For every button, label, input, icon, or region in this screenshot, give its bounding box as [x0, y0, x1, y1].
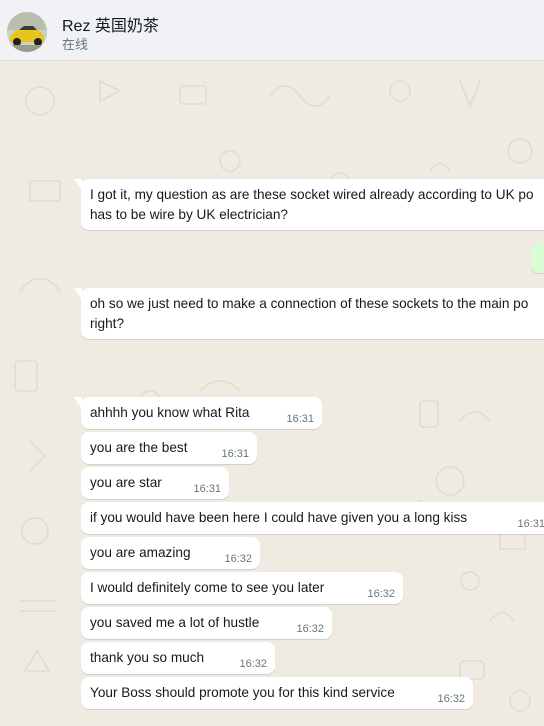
bubble-tail [74, 288, 82, 300]
message-bubble[interactable]: Your Boss should promote you for this ki… [81, 677, 473, 709]
message-text: ahhhh you know what Rita [90, 405, 250, 420]
message-bubble[interactable]: you are the best 16:31 [81, 432, 257, 464]
car-photo-icon [7, 12, 47, 52]
message-text: Your Boss should promote you for this ki… [90, 685, 395, 700]
message-time: 16:32 [239, 658, 267, 670]
message-time: 16:32 [296, 623, 324, 635]
message-time: 16:32 [224, 553, 252, 565]
contact-avatar[interactable] [7, 12, 47, 52]
message-text: if you would have been here I could have… [90, 510, 468, 525]
chat-header[interactable]: Rez 英国奶茶 在线 [0, 0, 544, 61]
bubble-tail [74, 397, 82, 409]
message-time: 16:31 [221, 448, 249, 460]
message-bubble[interactable]: you are amazing 16:32 [81, 537, 260, 569]
message-bubble[interactable]: you are star 16:31 [81, 467, 229, 499]
message-list[interactable]: I got it, my question as are these socke… [0, 61, 544, 726]
message-bubble[interactable]: oh so we just need to make a connection … [74, 288, 544, 339]
message-bubble[interactable]: thank you so much 16:32 [81, 642, 275, 674]
message-time: 16:32 [367, 588, 395, 600]
message-bubble[interactable]: if you would have been here I could have… [81, 502, 544, 534]
contact-status: 在线 [62, 37, 89, 52]
message-text: you are star [90, 475, 162, 490]
message-text: thank you so much [90, 650, 205, 665]
message-time: 16:31 [286, 413, 314, 425]
message-text: you are the best [90, 440, 188, 455]
message-text: you saved me a lot of hustle [90, 615, 260, 630]
message-time: 16:31 [193, 483, 221, 495]
bubble-tail [74, 179, 82, 191]
message-text: I got it, my question as are these socke… [90, 187, 534, 222]
message-time: 16:32 [437, 693, 465, 705]
message-bubble[interactable]: you saved me a lot of hustle 16:32 [81, 607, 332, 639]
message-bubble[interactable]: I got it, my question as are these socke… [74, 179, 544, 230]
message-time: 16:31 [517, 518, 544, 530]
message-bubble[interactable]: ahhhh you know what Rita 16:31 [74, 397, 322, 429]
message-text: oh so we just need to make a connection … [90, 296, 529, 331]
message-text: you are amazing [90, 545, 191, 560]
chat-window: Rez 英国奶茶 在线 I got it, my question as are… [0, 0, 544, 726]
outgoing-message-bubble[interactable] [531, 243, 544, 273]
message-bubble[interactable]: I would definitely come to see you later… [81, 572, 403, 604]
contact-name[interactable]: Rez 英国奶茶 [62, 12, 159, 36]
message-text: I would definitely come to see you later [90, 580, 325, 595]
